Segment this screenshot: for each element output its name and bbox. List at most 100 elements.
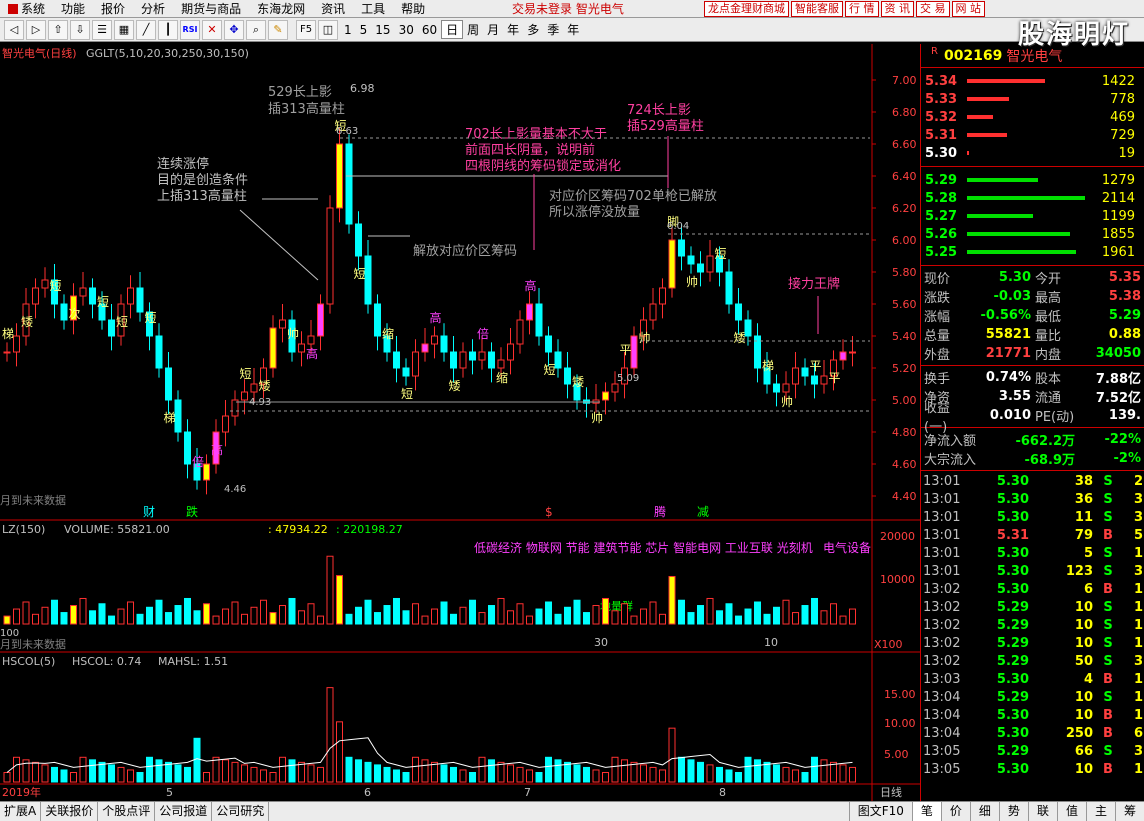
candle-body[interactable] bbox=[820, 375, 828, 385]
candle-body[interactable] bbox=[355, 223, 362, 257]
period-week[interactable]: 周 bbox=[463, 21, 483, 38]
ask-row[interactable]: 5.31 729 bbox=[921, 126, 1144, 144]
candle-body[interactable] bbox=[155, 335, 163, 369]
tab-related-quotes[interactable]: 关联报价 bbox=[41, 801, 99, 821]
candle-body[interactable] bbox=[298, 343, 305, 353]
candle-body[interactable] bbox=[535, 303, 543, 337]
bid-row[interactable]: 5.29 1279 bbox=[921, 171, 1144, 189]
candle-body[interactable] bbox=[611, 383, 619, 393]
candle-body[interactable] bbox=[469, 351, 476, 361]
candle-body[interactable] bbox=[630, 335, 638, 369]
candle-body[interactable] bbox=[307, 335, 315, 345]
pencil-icon[interactable]: ✎ bbox=[268, 19, 288, 40]
right-tab-trend[interactable]: 势 bbox=[998, 801, 1028, 821]
candle-body[interactable] bbox=[174, 399, 182, 433]
candle-body[interactable] bbox=[184, 431, 191, 465]
candle-body[interactable] bbox=[659, 287, 666, 305]
candle-body[interactable] bbox=[136, 287, 144, 313]
tick-list[interactable]: 13:01 5.30 38 S 2 13:01 5.30 36 S 3 13:01 5.30 11 S 3 1… bbox=[921, 471, 1144, 778]
candle-body[interactable] bbox=[32, 287, 39, 305]
tab-company-research[interactable]: 公司研究 bbox=[212, 801, 270, 821]
menu-item-quote[interactable]: 报价 bbox=[93, 0, 133, 17]
candle-body[interactable] bbox=[269, 327, 277, 369]
candle-body[interactable] bbox=[849, 351, 856, 354]
bid-row[interactable]: 5.26 1855 bbox=[921, 225, 1144, 243]
candle-body[interactable] bbox=[402, 367, 410, 377]
kline-chart-svg[interactable]: 智光电气(日线) GGLT(5,10,20,30,250,30,150) 月到未… bbox=[0, 44, 920, 801]
grid-icon[interactable]: ▦ bbox=[114, 19, 134, 40]
candle-body[interactable] bbox=[60, 303, 68, 321]
list-icon[interactable]: ☰ bbox=[92, 19, 112, 40]
candle-body[interactable] bbox=[526, 303, 533, 321]
right-tab-price[interactable]: 价 bbox=[940, 801, 970, 821]
candle-body[interactable] bbox=[279, 319, 286, 329]
chart-area[interactable]: 智光电气(日线) GGLT(5,10,20,30,250,30,150) 月到未… bbox=[0, 44, 920, 801]
stock-code[interactable]: 002169 bbox=[944, 48, 1002, 64]
candle-body[interactable] bbox=[516, 319, 524, 345]
menu-item-donghai[interactable]: 东海龙网 bbox=[249, 0, 313, 17]
trade-button[interactable]: 交 易 bbox=[916, 0, 950, 17]
candle-body[interactable] bbox=[706, 255, 714, 273]
candle-body[interactable] bbox=[165, 367, 172, 401]
candle-body[interactable] bbox=[773, 383, 780, 393]
candle-body[interactable] bbox=[744, 319, 752, 337]
ask-row[interactable]: 5.34 1422 bbox=[921, 72, 1144, 90]
candle-body[interactable] bbox=[440, 335, 448, 353]
candle-body[interactable] bbox=[203, 463, 210, 481]
bid-row[interactable]: 5.28 2114 bbox=[921, 189, 1144, 207]
back-icon[interactable]: ◁ bbox=[4, 19, 24, 40]
right-tab-link[interactable]: 联 bbox=[1027, 801, 1057, 821]
candle-body[interactable] bbox=[488, 351, 495, 369]
menu-item-system[interactable]: 系统 bbox=[0, 0, 53, 17]
candle-body[interactable] bbox=[241, 391, 248, 401]
candle-body[interactable] bbox=[127, 287, 134, 305]
period-5[interactable]: 5 bbox=[356, 23, 372, 37]
info-button[interactable]: 资 讯 bbox=[880, 0, 914, 17]
candle-body[interactable] bbox=[222, 415, 229, 433]
right-tab-chips[interactable]: 筹 bbox=[1114, 801, 1144, 821]
menu-item-futures[interactable]: 期货与商品 bbox=[173, 0, 249, 17]
candle-body[interactable] bbox=[3, 351, 11, 354]
candle-body[interactable] bbox=[725, 271, 733, 305]
candle-body[interactable] bbox=[13, 335, 20, 353]
indicator-label[interactable]: GGLT(5,10,20,30,250,30,150) bbox=[86, 47, 249, 60]
line-chart-icon[interactable]: ╱ bbox=[136, 19, 156, 40]
candle-body[interactable] bbox=[250, 383, 258, 393]
candle-body[interactable] bbox=[478, 351, 486, 361]
candle-body[interactable] bbox=[345, 143, 353, 225]
candle-body[interactable] bbox=[108, 319, 115, 337]
candle-body[interactable] bbox=[545, 335, 552, 353]
menu-item-analysis[interactable]: 分析 bbox=[133, 0, 173, 17]
down-icon[interactable]: ⇩ bbox=[70, 19, 90, 40]
tab-extend[interactable]: 扩展A bbox=[0, 801, 42, 821]
market-button[interactable]: 行 情 bbox=[845, 0, 879, 17]
ask-row[interactable]: 5.32 469 bbox=[921, 108, 1144, 126]
candle-body[interactable] bbox=[668, 239, 676, 289]
menu-item-function[interactable]: 功能 bbox=[53, 0, 93, 17]
candle-body[interactable] bbox=[649, 303, 657, 321]
candle-body[interactable] bbox=[336, 143, 343, 209]
period-annual[interactable]: 年 bbox=[563, 21, 583, 38]
menu-item-news[interactable]: 资讯 bbox=[313, 0, 353, 17]
candle-body[interactable] bbox=[507, 343, 514, 361]
period-year[interactable]: 年 bbox=[503, 21, 523, 38]
candle-body[interactable] bbox=[792, 367, 799, 385]
website-button[interactable]: 网 站 bbox=[951, 0, 985, 17]
period-quarter[interactable]: 季 bbox=[543, 21, 563, 38]
volume-lz-label[interactable]: LZ(150) bbox=[2, 523, 45, 536]
candle-icon[interactable]: ┃ bbox=[158, 19, 178, 40]
hscol-label[interactable]: HSCOL(5) bbox=[2, 655, 55, 668]
candle-body[interactable] bbox=[459, 351, 467, 369]
candle-body[interactable] bbox=[79, 287, 87, 297]
period-day[interactable]: 日 bbox=[441, 20, 464, 39]
forward-icon[interactable]: ▷ bbox=[26, 19, 46, 40]
candle-body[interactable] bbox=[364, 255, 372, 305]
tab-stock-review[interactable]: 个股点评 bbox=[98, 801, 156, 821]
f5-icon[interactable]: F5 bbox=[296, 19, 316, 40]
candle-body[interactable] bbox=[41, 279, 49, 289]
login-status[interactable]: 交易未登录 智光电气 bbox=[512, 0, 624, 17]
up-icon[interactable]: ⇧ bbox=[48, 19, 68, 40]
menu-item-help[interactable]: 帮助 bbox=[393, 0, 433, 17]
candle-body[interactable] bbox=[782, 383, 790, 393]
candle-body[interactable] bbox=[735, 303, 742, 321]
